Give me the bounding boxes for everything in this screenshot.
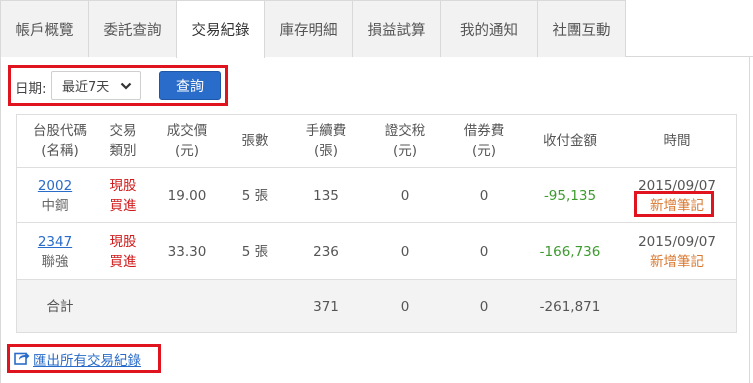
col-header-tax: 證交稅 (元) [384, 123, 426, 159]
total-borrow-fee: 0 [479, 299, 489, 315]
trade-tax: 0 [400, 188, 410, 204]
stock-name: 聯強 [41, 254, 69, 270]
table-row: 2347 聯強 現股 買進 33.30 5 張 236 0 0 -166,736 … [17, 223, 736, 280]
trade-time-cell: 2015/09/07 新增筆記 [629, 232, 725, 272]
stock-cell: 2002 中鋼 [21, 176, 89, 216]
trade-fee: 236 [313, 244, 339, 260]
chevron-down-icon [120, 82, 132, 90]
trade-amount: -166,736 [539, 244, 601, 260]
trade-price: 33.30 [167, 244, 207, 260]
table-total-row: 合計 371 0 0 -261,871 [17, 280, 736, 332]
col-header-stock: 台股代碼 (名稱) [33, 123, 87, 159]
tab-account-overview[interactable]: 帳戶概覽 [0, 0, 89, 57]
col-header-fee: 手續費 (張) [305, 123, 347, 159]
total-tax: 0 [400, 299, 410, 315]
query-button[interactable]: 查詢 [159, 71, 221, 100]
total-label: 合計 [46, 299, 74, 315]
trade-lots: 5 張 [241, 188, 269, 204]
tab-community[interactable]: 社團互動 [537, 0, 626, 57]
trade-lots: 5 張 [241, 244, 269, 260]
total-amount: -261,871 [539, 299, 601, 315]
trade-borrow-fee: 0 [479, 188, 489, 204]
note-highlight-box [634, 191, 714, 217]
col-header-type: 交易 類別 [109, 123, 137, 159]
col-header-amount: 收付金額 [543, 133, 597, 149]
trade-fee: 135 [313, 188, 339, 204]
tab-pnl-calculator[interactable]: 損益試算 [352, 0, 441, 57]
col-header-lots: 張數 [241, 133, 269, 149]
trade-amount: -95,135 [543, 188, 597, 204]
col-header-price: 成交價 (元) [166, 123, 208, 159]
export-all-records-link[interactable]: 匯出所有交易紀錄 [33, 349, 141, 369]
table-row: 2002 中鋼 現股 買進 19.00 5 張 135 0 0 -95,135 2… [17, 168, 736, 223]
tab-trade-records[interactable]: 交易紀錄 [176, 0, 265, 58]
tab-bar: 帳戶概覽 委託查詢 交易紀錄 庫存明細 損益試算 我的通知 社團互動 [0, 0, 753, 58]
tab-inventory-details[interactable]: 庫存明細 [264, 0, 353, 57]
trade-date: 2015/09/07 [638, 234, 716, 250]
trade-type: 現股 買進 [109, 234, 137, 270]
trade-type: 現股 買進 [109, 178, 137, 214]
table-header: 台股代碼 (名稱) 交易 類別 成交價 (元) 張數 手續費 (張) 證交稅 (元) 借券… [17, 115, 736, 168]
total-fee: 371 [313, 299, 339, 315]
tab-my-notifications[interactable]: 我的通知 [440, 0, 538, 57]
trade-tax: 0 [400, 244, 410, 260]
stock-code-link[interactable]: 2002 [21, 176, 89, 196]
export-icon [14, 352, 30, 365]
trade-borrow-fee: 0 [479, 244, 489, 260]
date-label: 日期: [15, 81, 47, 97]
trade-price: 19.00 [167, 188, 207, 204]
stock-cell: 2347 聯強 [21, 232, 89, 272]
trade-records-table: 台股代碼 (名稱) 交易 類別 成交價 (元) 張數 手續費 (張) 證交稅 (元) 借券… [16, 114, 737, 333]
date-range-select[interactable]: 最近7天 [51, 71, 141, 100]
date-range-value: 最近7天 [62, 80, 110, 95]
stock-code-link[interactable]: 2347 [21, 232, 89, 252]
stock-name: 中鋼 [41, 198, 69, 214]
add-note-link[interactable]: 新增筆記 [629, 252, 725, 272]
tab-order-query[interactable]: 委託查詢 [88, 0, 177, 57]
col-header-time: 時間 [663, 133, 691, 149]
col-header-borrow-fee: 借券費 (元) [463, 123, 505, 159]
